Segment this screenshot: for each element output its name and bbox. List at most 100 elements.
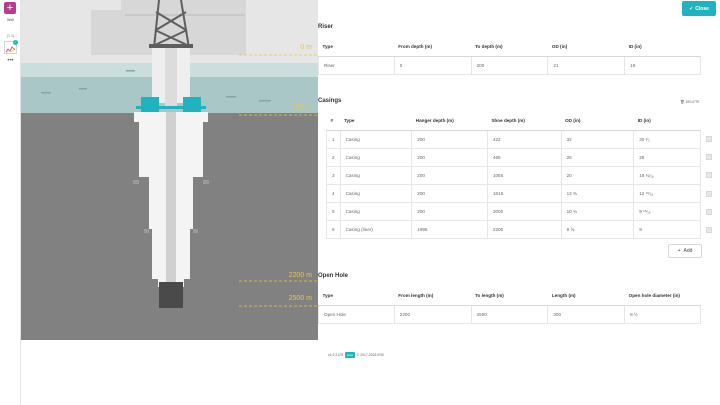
row-select-checkbox[interactable] bbox=[706, 154, 712, 160]
riser-header-row: Type From depth (m) To depth (m) OD (in)… bbox=[318, 38, 701, 57]
table-row[interactable]: Open Hole 2200 2500 300 8 ½ bbox=[318, 304, 701, 324]
well-schematic bbox=[21, 0, 318, 340]
riser-title: Riser bbox=[318, 24, 334, 30]
cell[interactable]: 2200 bbox=[393, 304, 472, 324]
cell[interactable]: 25 bbox=[633, 147, 701, 167]
cell[interactable]: 18 ¾⁄₁₆ bbox=[633, 165, 701, 185]
depth-label-0: 0 m bbox=[300, 44, 312, 51]
table-row[interactable]: 1 Casing 200 422 32 30 ¹⁄₂ bbox=[326, 129, 701, 149]
cell[interactable]: 0 bbox=[393, 55, 472, 75]
table-row[interactable]: 2 Casing 200 465 26 25 bbox=[326, 147, 701, 167]
depth-label-200: 200 m bbox=[292, 104, 312, 111]
footer: v1.9.2125 beta © 2017-2018 IRIS bbox=[328, 352, 384, 358]
open-hole-col-to: To length (m) bbox=[471, 287, 548, 306]
cell[interactable]: Casing bbox=[339, 183, 413, 203]
cell: 6 bbox=[326, 219, 341, 239]
open-hole-col-type: Type bbox=[318, 287, 395, 306]
cell[interactable]: 200 bbox=[411, 165, 488, 185]
depth-label-2500: 2500 m bbox=[288, 295, 312, 302]
cell[interactable]: 8 ½ bbox=[624, 304, 701, 324]
cell[interactable]: 200 bbox=[470, 55, 549, 75]
more-options-icon[interactable]: ••• bbox=[0, 58, 21, 64]
cell[interactable]: Casing bbox=[339, 129, 413, 149]
row-select-checkbox[interactable] bbox=[706, 227, 712, 233]
add-label: Add bbox=[683, 248, 693, 254]
left-rail: + Well (1.3) ✓ ••• bbox=[0, 0, 21, 405]
depth-label-2200: 2200 m bbox=[288, 272, 312, 279]
row-select-checkbox[interactable] bbox=[706, 191, 712, 197]
cell: Riser bbox=[318, 55, 395, 75]
table-row[interactable]: 3 Casing 200 1055 20 18 ¾⁄₁₆ bbox=[326, 165, 701, 185]
casings-col-shoe: Shoe depth (m) bbox=[487, 112, 562, 131]
cell[interactable]: 200 bbox=[411, 183, 488, 203]
selected-check-icon: ✓ bbox=[13, 40, 18, 45]
cell[interactable]: 32 bbox=[560, 129, 635, 149]
cell[interactable]: 422 bbox=[486, 129, 562, 149]
add-casing-button[interactable]: + Add bbox=[668, 244, 702, 258]
well-label: Well bbox=[7, 18, 14, 22]
open-hole-col-diameter: Open hole diameter (in) bbox=[624, 287, 701, 306]
open-hole-header-row: Type From length (m) To length (m) Lengt… bbox=[318, 287, 701, 306]
cell[interactable]: 1055 bbox=[486, 165, 562, 185]
trash-icon: 🗑 bbox=[680, 100, 685, 104]
cell[interactable]: 30 ¹⁄₂ bbox=[633, 129, 701, 149]
cell[interactable]: 2200 bbox=[486, 219, 562, 239]
table-row[interactable]: 6 Casing (liner) 1995 2200 9 ⅝ 9 bbox=[326, 219, 701, 239]
casings-header-row: # Type Hanger depth (m) Shoe depth (m) O… bbox=[326, 112, 701, 131]
check-icon: ✓ bbox=[689, 5, 694, 12]
cell[interactable]: 9 ¹⁵⁄₁₆ bbox=[633, 201, 701, 221]
cell[interactable]: Casing bbox=[339, 165, 413, 185]
cell[interactable]: 13 ⅜ bbox=[560, 183, 635, 203]
cell[interactable]: 9 bbox=[633, 219, 701, 239]
cell[interactable]: 300 bbox=[547, 304, 626, 324]
cell[interactable]: 26 bbox=[560, 147, 635, 167]
cell: 4 bbox=[326, 183, 341, 203]
cell[interactable]: 20 bbox=[560, 165, 635, 185]
chart-thumb-icon bbox=[5, 46, 16, 54]
cell[interactable]: 200 bbox=[411, 147, 488, 167]
cell[interactable]: 9 ⅝ bbox=[560, 219, 635, 239]
riser-col-to: To depth (m) bbox=[471, 38, 548, 57]
casings-col-num: # bbox=[326, 112, 341, 131]
cell[interactable]: 1995 bbox=[411, 219, 488, 239]
cell: 2 bbox=[326, 147, 341, 167]
close-button[interactable]: ✓ Close bbox=[682, 1, 716, 16]
version-text: v1.9.2125 bbox=[328, 353, 343, 357]
well-config-panel: ✓ Close Riser Type From depth (m) To dep… bbox=[318, 0, 720, 405]
delete-button[interactable]: 🗑 DELETE bbox=[680, 100, 700, 104]
cell[interactable]: 2000 bbox=[486, 201, 562, 221]
close-label: Close bbox=[695, 5, 709, 12]
table-row[interactable]: Riser 0 200 21 19 bbox=[318, 55, 701, 75]
cell: Open Hole bbox=[318, 304, 395, 324]
cell[interactable]: 12 ¹⁵⁄₁₆ bbox=[633, 183, 701, 203]
riser-col-od: OD (in) bbox=[547, 38, 625, 57]
cell[interactable]: Casing bbox=[339, 147, 413, 167]
riser-col-from: From depth (m) bbox=[394, 38, 472, 57]
cell[interactable]: Casing bbox=[339, 201, 413, 221]
cell: 5 bbox=[326, 201, 341, 221]
cell[interactable]: Casing (liner) bbox=[339, 219, 413, 239]
cell[interactable]: 10 ¾ bbox=[560, 201, 635, 221]
cell: 3 bbox=[326, 165, 341, 185]
casings-col-hanger: Hanger depth (m) bbox=[411, 112, 488, 131]
plus-icon: + bbox=[677, 248, 681, 254]
casings-col-od: OD (in) bbox=[561, 112, 634, 131]
cell[interactable]: 200 bbox=[411, 129, 488, 149]
casings-title: Casings bbox=[318, 98, 342, 104]
copyright-text: © 2017-2018 IRIS bbox=[356, 353, 384, 357]
cell[interactable]: 21 bbox=[547, 55, 626, 75]
cell[interactable]: 465 bbox=[486, 147, 562, 167]
table-row[interactable]: 5 Casing 200 2000 10 ¾ 9 ¹⁵⁄₁₆ bbox=[326, 201, 701, 221]
row-select-checkbox[interactable] bbox=[706, 172, 712, 178]
cell[interactable]: 1616 bbox=[486, 183, 562, 203]
row-select-checkbox[interactable] bbox=[706, 136, 712, 142]
casings-col-type: Type bbox=[340, 112, 412, 131]
cell[interactable]: 19 bbox=[624, 55, 701, 75]
riser-col-id: ID (in) bbox=[624, 38, 701, 57]
cell[interactable]: 2500 bbox=[470, 304, 549, 324]
version-label: (1.3) bbox=[6, 34, 15, 38]
add-well-button[interactable]: + bbox=[4, 2, 16, 14]
cell[interactable]: 200 bbox=[411, 201, 488, 221]
row-select-checkbox[interactable] bbox=[706, 209, 712, 215]
table-row[interactable]: 4 Casing 200 1616 13 ⅜ 12 ¹⁵⁄₁₆ bbox=[326, 183, 701, 203]
